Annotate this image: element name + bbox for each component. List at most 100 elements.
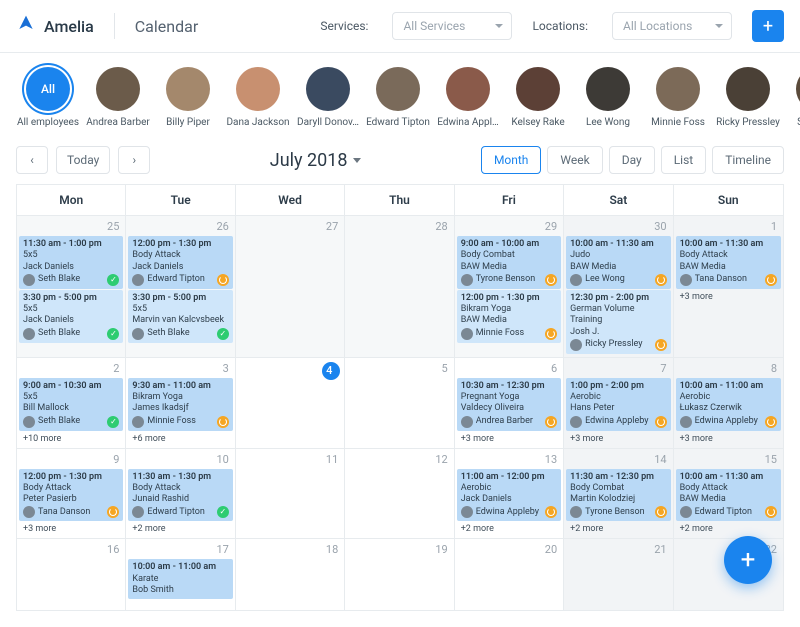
event-time: 12:00 pm - 1:30 pm (461, 293, 540, 303)
calendar-day-cell[interactable]: 39:30 am - 11:00 amBikram YogaJames Ikad… (126, 357, 235, 448)
calendar-day-cell[interactable]: 18 (236, 538, 345, 610)
calendar-day-cell[interactable]: 71:00 pm - 2:00 pmAerobicHans PeterEdwin… (564, 357, 673, 448)
employee-avatar[interactable]: Andrea Barber (86, 67, 150, 128)
event-time: 10:30 am - 12:30 pm (461, 381, 545, 391)
add-button[interactable]: + (752, 10, 784, 42)
calendar-day-cell[interactable]: 4 (236, 357, 345, 448)
calendar-day-cell[interactable]: 5 (345, 357, 454, 448)
view-timeline[interactable]: Timeline (712, 146, 784, 174)
calendar-event[interactable]: 10:30 am - 12:30 pmPregnant YogaValdecy … (457, 378, 561, 431)
calendar-day-cell[interactable]: 11 (236, 448, 345, 539)
calendar-event[interactable]: 9:00 am - 10:00 amBody CombatBAW MediaTy… (457, 236, 561, 289)
calendar-event[interactable]: 11:30 am - 1:00 pm5x5Jack DanielsSeth Bl… (19, 236, 123, 289)
employee-avatar[interactable]: Dana Jackson (226, 67, 290, 128)
calendar-day-cell[interactable]: 912:00 pm - 1:30 pmBody AttackPeter Pasi… (17, 448, 126, 539)
calendar-day-cell[interactable]: 29:00 am - 10:30 am5x5Bill MallockSeth B… (17, 357, 126, 448)
more-events-link[interactable]: +2 more (566, 522, 670, 536)
calendar-event[interactable]: 11:30 am - 12:30 pmBody CombatMartin Kol… (566, 469, 670, 522)
calendar-day-cell[interactable]: 27 (236, 215, 345, 357)
calendar-day-cell[interactable]: 1710:00 am - 11:00 amKarateBob Smith (126, 538, 235, 610)
calendar-event[interactable]: 12:00 pm - 1:30 pmBody AttackPeter Pasie… (19, 469, 123, 522)
calendar-day-cell[interactable]: 12 (345, 448, 454, 539)
calendar-day-cell[interactable]: 3010:00 am - 11:30 amJudoBAW MediaLee Wo… (564, 215, 673, 357)
event-assignee: Edwina Appleby (476, 507, 542, 518)
calendar-day-cell[interactable]: 16 (17, 538, 126, 610)
brand-logo[interactable]: Amelia (16, 14, 94, 38)
services-select[interactable]: All Services (392, 12, 512, 40)
calendar-day-cell[interactable]: 1510:00 am - 11:30 amBody AttackBAW Medi… (674, 448, 783, 539)
employee-avatar[interactable]: Kelsey Rake (506, 67, 570, 128)
check-icon: ✓ (107, 274, 119, 286)
avatar (23, 506, 35, 518)
calendar-event[interactable]: 10:00 am - 11:30 amBody AttackBAW MediaT… (676, 236, 781, 289)
calendar-day-cell[interactable]: 1411:30 am - 12:30 pmBody CombatMartin K… (564, 448, 673, 539)
employee-avatar[interactable]: Billy Piper (156, 67, 220, 128)
event-title: Aerobic (680, 392, 777, 403)
calendar-event[interactable]: 9:30 am - 11:00 amBikram YogaJames Ikads… (128, 378, 232, 431)
calendar-event[interactable]: 12:00 pm - 1:30 pmBody AttackJack Daniel… (128, 236, 232, 289)
avatar (656, 67, 700, 111)
view-week[interactable]: Week (547, 146, 602, 174)
calendar-event[interactable]: 10:00 am - 11:00 amKarateBob Smith (128, 559, 232, 599)
calendar-event[interactable]: 10:00 am - 11:30 amJudoBAW MediaLee Wong (566, 236, 670, 289)
calendar-event[interactable]: 10:00 am - 11:00 amAerobicŁukasz Czerwik… (676, 378, 781, 431)
calendar-event[interactable]: 12:30 pm - 2:00 pmGerman Volume Training… (566, 290, 670, 354)
calendar-day-cell[interactable]: 21 (564, 538, 673, 610)
calendar-event[interactable]: 10:00 am - 11:30 amBody AttackBAW MediaE… (676, 469, 781, 522)
prev-button[interactable]: ‹ (16, 146, 48, 174)
employee-avatar[interactable]: Edward Tipton (366, 67, 430, 128)
calendar-day-cell[interactable]: 1311:00 am - 12:00 pmAerobicJack Daniels… (455, 448, 564, 539)
employee-avatar[interactable]: AllAll employees (16, 67, 80, 128)
month-picker[interactable]: July 2018 (158, 150, 473, 171)
more-events-link[interactable]: +3 more (457, 432, 561, 446)
employee-avatar[interactable]: Ricky Pressley (716, 67, 780, 128)
more-events-link[interactable]: +2 more (128, 522, 232, 536)
employee-name: Edwina Appl… (436, 117, 500, 128)
event-customer: Martin Kolodziej (570, 494, 666, 505)
calendar-event[interactable]: 11:30 am - 1:30 pmBody AttackJunaid Rash… (128, 469, 232, 522)
fab-add-button[interactable]: + (724, 536, 772, 584)
day-number: 8 (676, 360, 781, 377)
calendar-day-cell[interactable]: 28 (345, 215, 454, 357)
view-list[interactable]: List (661, 146, 707, 174)
more-events-link[interactable]: +3 more (676, 432, 781, 446)
view-day[interactable]: Day (609, 146, 655, 174)
today-button[interactable]: Today (56, 146, 110, 174)
employee-avatar[interactable]: Edwina Appl… (436, 67, 500, 128)
calendar-day-cell[interactable]: 2612:00 pm - 1:30 pmBody AttackJack Dani… (126, 215, 235, 357)
calendar-day-cell[interactable]: 810:00 am - 11:00 amAerobicŁukasz Czerwi… (674, 357, 783, 448)
locations-select[interactable]: All Locations (612, 12, 732, 40)
more-events-link[interactable]: +2 more (676, 522, 781, 536)
calendar-event[interactable]: 9:00 am - 10:30 am5x5Bill MallockSeth Bl… (19, 378, 123, 431)
event-title: Body Combat (461, 250, 557, 261)
employee-avatar[interactable]: Lee Wong (576, 67, 640, 128)
more-events-link[interactable]: +3 more (676, 290, 781, 304)
event-customer: BAW Media (461, 315, 557, 326)
calendar-day-cell[interactable]: 610:30 am - 12:30 pmPregnant YogaValdecy… (455, 357, 564, 448)
more-events-link[interactable]: +3 more (19, 522, 123, 536)
employee-avatar[interactable]: Minnie Foss (646, 67, 710, 128)
calendar-day-cell[interactable]: 299:00 am - 10:00 amBody CombatBAW Media… (455, 215, 564, 357)
calendar-day-cell[interactable]: 20 (455, 538, 564, 610)
view-month[interactable]: Month (481, 146, 541, 174)
calendar-day-cell[interactable]: 2511:30 am - 1:00 pm5x5Jack DanielsSeth … (17, 215, 126, 357)
pending-icon (655, 506, 667, 518)
calendar-day-cell[interactable]: 1011:30 am - 1:30 pmBody AttackJunaid Ra… (126, 448, 235, 539)
employee-avatar[interactable]: Seth Blak (786, 67, 800, 128)
calendar-event[interactable]: 11:00 am - 12:00 pmAerobicJack DanielsEd… (457, 469, 561, 522)
calendar-event[interactable]: 1:00 pm - 2:00 pmAerobicHans PeterEdwina… (566, 378, 670, 431)
calendar-event[interactable]: 12:00 pm - 1:30 pmBikram YogaBAW MediaMi… (457, 290, 561, 343)
calendar-day-cell[interactable]: 110:00 am - 11:30 amBody AttackBAW Media… (674, 215, 783, 357)
calendar-day-cell[interactable]: 19 (345, 538, 454, 610)
employee-avatar[interactable]: Daryll Donov… (296, 67, 360, 128)
event-assignee: Andrea Barber (476, 416, 542, 427)
more-events-link[interactable]: +3 more (566, 432, 670, 446)
next-button[interactable]: › (118, 146, 150, 174)
event-time: 10:00 am - 11:00 am (680, 381, 764, 391)
avatar (132, 328, 144, 340)
more-events-link[interactable]: +6 more (128, 432, 232, 446)
more-events-link[interactable]: +2 more (457, 522, 561, 536)
calendar-event[interactable]: 3:30 pm - 5:00 pm5x5Marvin van Kalcvsbee… (128, 290, 232, 343)
more-events-link[interactable]: +10 more (19, 432, 123, 446)
calendar-event[interactable]: 3:30 pm - 5:00 pm5x5Jack DanielsSeth Bla… (19, 290, 123, 343)
